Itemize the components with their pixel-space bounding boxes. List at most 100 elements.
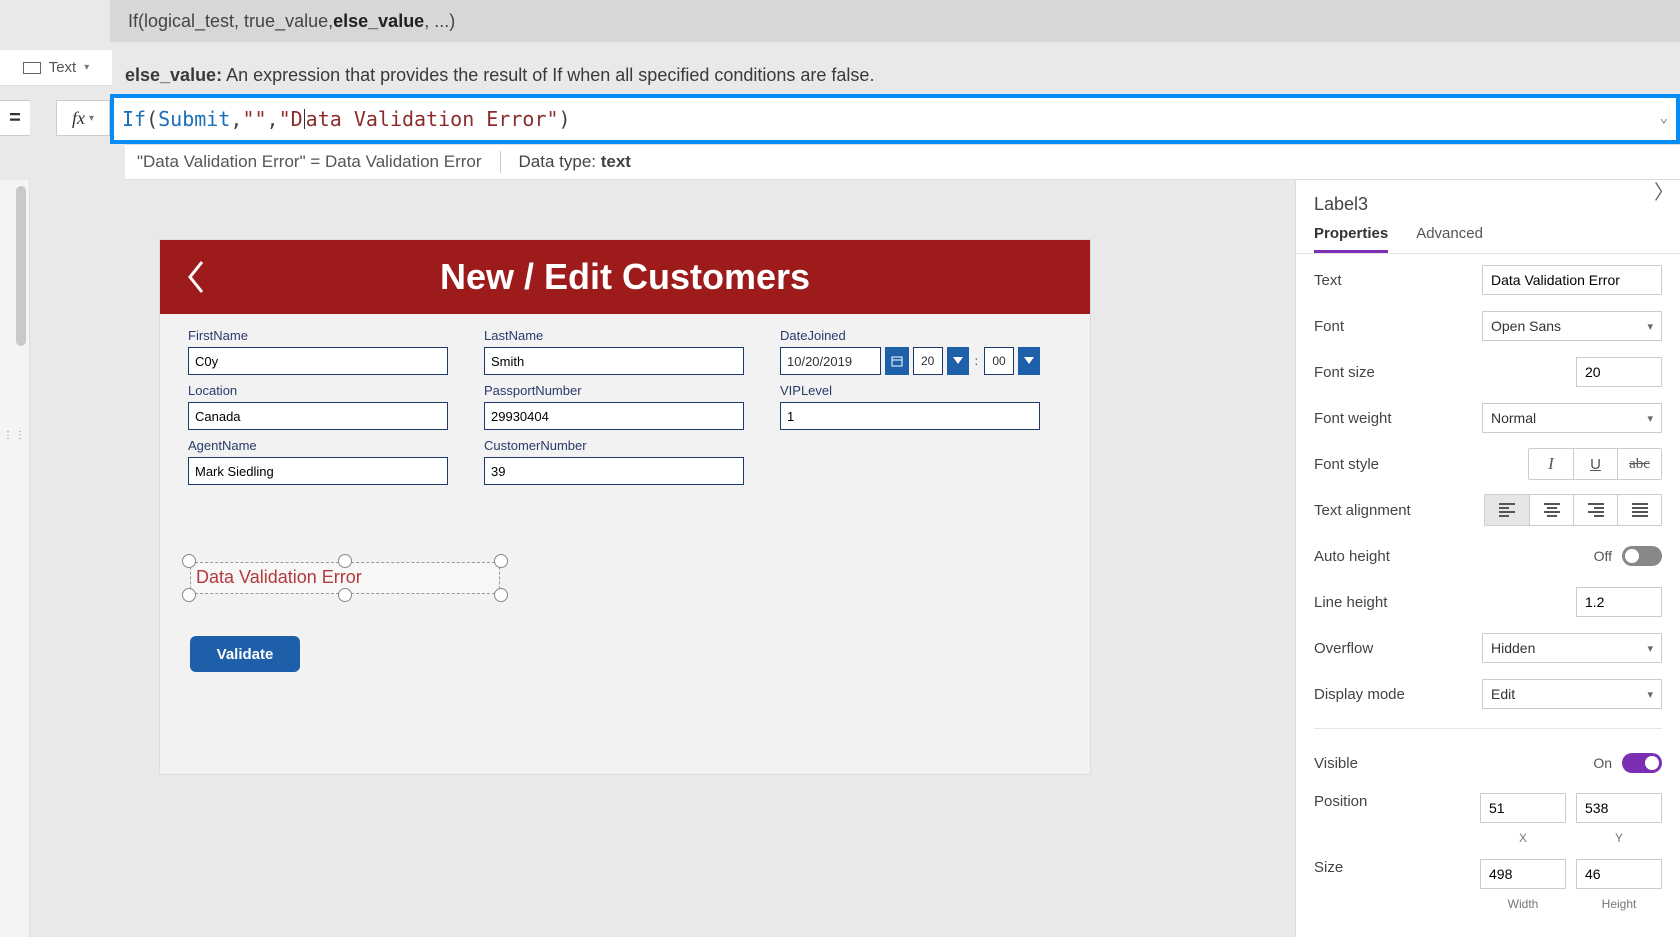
canvas-area[interactable]: New / Edit Customers FirstName LastName … — [30, 180, 1295, 937]
align-right-icon — [1588, 503, 1604, 517]
panel-tabs: Properties Advanced — [1296, 225, 1680, 254]
validate-button[interactable]: Validate — [190, 636, 300, 672]
chevron-down-icon: ▾ — [89, 113, 94, 124]
line-height-input[interactable] — [1576, 587, 1662, 617]
chevron-down-icon: ▾ — [1647, 412, 1653, 425]
align-right-button[interactable] — [1573, 495, 1617, 525]
field-agent: AgentName — [188, 438, 448, 485]
display-mode-select[interactable]: Edit▾ — [1482, 679, 1662, 709]
minute-dropdown[interactable] — [1018, 347, 1040, 375]
field-label: FirstName — [188, 328, 448, 343]
hour-input[interactable]: 20 — [913, 347, 943, 375]
font-size-input[interactable] — [1576, 357, 1662, 387]
size-height-input[interactable] — [1576, 859, 1662, 889]
chevron-down-icon: ▾ — [84, 62, 89, 73]
font-style-buttons: I U abc — [1528, 448, 1662, 480]
prop-row-font-size: Font size — [1314, 356, 1662, 388]
resize-handle-tr[interactable] — [494, 554, 508, 568]
field-passport: PassportNumber — [484, 383, 744, 430]
tab-advanced[interactable]: Advanced — [1416, 225, 1483, 253]
font-weight-select[interactable]: Normal▾ — [1482, 403, 1662, 433]
formula-data-type: Data type: text — [519, 152, 631, 172]
passport-input[interactable] — [484, 402, 744, 430]
resize-handle-tl[interactable] — [182, 554, 196, 568]
location-input[interactable] — [188, 402, 448, 430]
prop-row-text-align: Text alignment — [1314, 494, 1662, 526]
selected-label-control[interactable]: Data Validation Error — [190, 562, 500, 594]
formula-result-value: "Data Validation Error" = Data Validatio… — [137, 152, 482, 172]
minute-input[interactable]: 00 — [984, 347, 1014, 375]
prop-row-overflow: Overflow Hidden▾ — [1314, 632, 1662, 664]
resize-handle-bl[interactable] — [182, 588, 196, 602]
italic-button[interactable]: I — [1529, 449, 1573, 479]
tab-properties[interactable]: Properties — [1314, 225, 1388, 253]
resize-handle-tm[interactable] — [338, 554, 352, 568]
time-colon: : — [973, 347, 980, 375]
field-label: AgentName — [188, 438, 448, 453]
fx-icon: fx — [72, 108, 85, 129]
hour-dropdown[interactable] — [947, 347, 969, 375]
signature-suffix: , ...) — [424, 11, 455, 32]
lastname-input[interactable] — [484, 347, 744, 375]
fx-dropdown[interactable]: fx ▾ — [56, 100, 110, 136]
prop-row-auto-height: Auto height Off — [1314, 540, 1662, 572]
customernumber-input[interactable] — [484, 457, 744, 485]
font-select[interactable]: Open Sans▾ — [1482, 311, 1662, 341]
scrollbar-thumb[interactable] — [16, 186, 26, 346]
field-datejoined: DateJoined 10/20/2019 20 : 00 — [780, 328, 1040, 375]
align-justify-icon — [1632, 503, 1648, 517]
help-arg-name: else_value: — [125, 65, 222, 86]
auto-height-toggle[interactable] — [1622, 546, 1662, 566]
divider — [1314, 728, 1662, 729]
prop-row-font-style: Font style I U abc — [1314, 448, 1662, 480]
calendar-button[interactable] — [885, 347, 909, 375]
align-justify-button[interactable] — [1617, 495, 1661, 525]
text-value-input[interactable] — [1482, 265, 1662, 295]
field-label: VIPLevel — [780, 383, 1040, 398]
firstname-input[interactable] — [188, 347, 448, 375]
field-label: PassportNumber — [484, 383, 744, 398]
panel-expand-icon[interactable]: 〉 — [1654, 180, 1674, 205]
screen-header: New / Edit Customers — [160, 240, 1090, 314]
align-left-button[interactable] — [1485, 495, 1529, 525]
properties-panel: 〉 Label3 Properties Advanced Text Font O… — [1295, 180, 1680, 937]
field-lastname: LastName — [484, 328, 744, 375]
rail-drag-handle-icon[interactable]: ⋮⋮ — [0, 420, 30, 450]
chevron-down-icon: ▾ — [1647, 642, 1653, 655]
field-label: LastName — [484, 328, 744, 343]
resize-handle-br[interactable] — [494, 588, 508, 602]
formula-bar[interactable]: If(Submit, "", "Data Validation Error") … — [110, 94, 1680, 144]
prop-row-display-mode: Display mode Edit▾ — [1314, 678, 1662, 710]
date-input[interactable]: 10/20/2019 — [780, 347, 881, 375]
signature-prefix: If(logical_test, true_value, — [128, 11, 333, 32]
resize-handle-bm[interactable] — [338, 588, 352, 602]
chevron-down-icon — [1024, 357, 1034, 365]
position-y-input[interactable] — [1576, 793, 1662, 823]
formula-help-row: else_value: An expression that provides … — [125, 58, 1680, 92]
agent-input[interactable] — [188, 457, 448, 485]
back-button[interactable] — [176, 254, 216, 300]
chevron-left-icon — [186, 260, 206, 294]
field-label: DateJoined — [780, 328, 1040, 343]
text-align-buttons — [1484, 494, 1662, 526]
overflow-select[interactable]: Hidden▾ — [1482, 633, 1662, 663]
size-width-input[interactable] — [1480, 859, 1566, 889]
field-location: Location — [188, 383, 448, 430]
chevron-down-icon: ▾ — [1647, 688, 1653, 701]
field-customernumber: CustomerNumber — [484, 438, 744, 485]
vip-input[interactable] — [780, 402, 1040, 430]
position-x-input[interactable] — [1480, 793, 1566, 823]
calendar-icon — [891, 355, 903, 367]
formula-expand-chevron-icon[interactable]: ⌄ — [1660, 110, 1668, 126]
align-center-button[interactable] — [1529, 495, 1573, 525]
ribbon-format-text[interactable]: Text ▾ — [0, 50, 112, 86]
visible-toggle[interactable] — [1622, 753, 1662, 773]
underline-button[interactable]: U — [1573, 449, 1617, 479]
app-screen: New / Edit Customers FirstName LastName … — [160, 240, 1090, 774]
underline-icon: U — [1590, 456, 1601, 473]
prop-row-visible: Visible On — [1314, 747, 1662, 779]
prop-row-line-height: Line height — [1314, 586, 1662, 618]
label-text: Data Validation Error — [196, 567, 362, 588]
strikethrough-button[interactable]: abc — [1617, 449, 1661, 479]
property-selector-equals[interactable]: = — [0, 100, 30, 136]
